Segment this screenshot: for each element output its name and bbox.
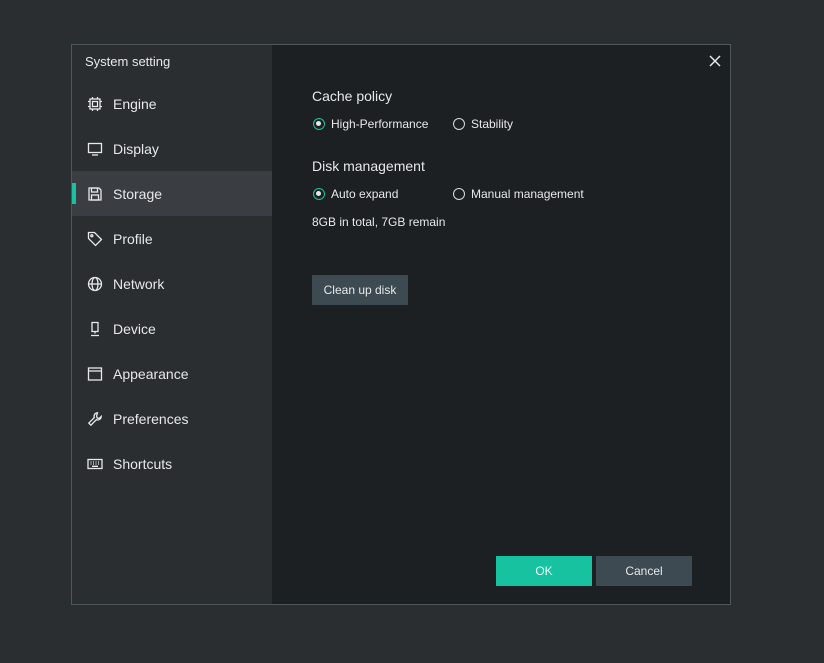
globe-icon bbox=[86, 275, 104, 293]
window-icon bbox=[86, 365, 104, 383]
radio-label: Stability bbox=[471, 117, 514, 131]
sidebar-item-label: Engine bbox=[113, 95, 157, 112]
radio-unchecked-icon bbox=[453, 188, 465, 200]
disk-usage-info: 8GB in total, 7GB remain bbox=[312, 215, 446, 229]
radio-stability[interactable]: Stability bbox=[453, 117, 513, 131]
close-button[interactable] bbox=[706, 52, 724, 70]
radio-high-performance[interactable]: High-Performance bbox=[313, 117, 428, 131]
radio-checked-icon bbox=[313, 188, 325, 200]
sidebar-item-label: Shortcuts bbox=[113, 455, 173, 472]
sidebar-item-label: Appearance bbox=[113, 365, 189, 382]
sidebar-item-label: Network bbox=[113, 275, 165, 292]
sidebar-item-storage[interactable]: Storage bbox=[72, 171, 272, 216]
radio-unchecked-icon bbox=[453, 118, 465, 130]
dialog-title: System setting bbox=[85, 54, 171, 69]
radio-label: Manual management bbox=[471, 187, 584, 201]
sidebar-item-label: Preferences bbox=[113, 410, 189, 427]
sidebar-item-preferences[interactable]: Preferences bbox=[72, 396, 272, 441]
sidebar: System setting Engine Display Storage Pr… bbox=[72, 45, 272, 604]
sidebar-item-engine[interactable]: Engine bbox=[72, 81, 272, 126]
sidebar-item-device[interactable]: Device bbox=[72, 306, 272, 351]
monitor-icon bbox=[86, 140, 104, 158]
sidebar-item-label: Device bbox=[113, 320, 156, 337]
radio-label: High-Performance bbox=[331, 117, 429, 131]
sidebar-item-shortcuts[interactable]: Shortcuts bbox=[72, 441, 272, 486]
radio-label: Auto expand bbox=[331, 187, 399, 201]
clean-up-disk-button[interactable]: Clean up disk bbox=[312, 275, 408, 305]
ok-button[interactable]: OK bbox=[496, 556, 592, 586]
settings-dialog: System setting Engine Display Storage Pr… bbox=[71, 44, 731, 605]
radio-manual-management[interactable]: Manual management bbox=[453, 187, 584, 201]
close-icon bbox=[709, 55, 721, 67]
sidebar-item-label: Profile bbox=[113, 230, 153, 247]
sidebar-item-appearance[interactable]: Appearance bbox=[72, 351, 272, 396]
radio-checked-icon bbox=[313, 118, 325, 130]
save-icon bbox=[86, 185, 104, 203]
sidebar-nav: Engine Display Storage Profile Network D… bbox=[72, 81, 272, 486]
sidebar-item-display[interactable]: Display bbox=[72, 126, 272, 171]
cache-policy-title: Cache policy bbox=[312, 88, 393, 104]
wrench-icon bbox=[86, 410, 104, 428]
sidebar-item-label: Storage bbox=[113, 185, 163, 202]
sidebar-item-label: Display bbox=[113, 140, 159, 157]
tag-icon bbox=[86, 230, 104, 248]
chip-icon bbox=[86, 95, 104, 113]
keyboard-icon bbox=[86, 455, 104, 473]
sidebar-item-network[interactable]: Network bbox=[72, 261, 272, 306]
device-icon bbox=[86, 320, 104, 338]
sidebar-item-profile[interactable]: Profile bbox=[72, 216, 272, 261]
cancel-button[interactable]: Cancel bbox=[596, 556, 692, 586]
disk-management-title: Disk management bbox=[312, 158, 425, 174]
radio-auto-expand[interactable]: Auto expand bbox=[313, 187, 398, 201]
